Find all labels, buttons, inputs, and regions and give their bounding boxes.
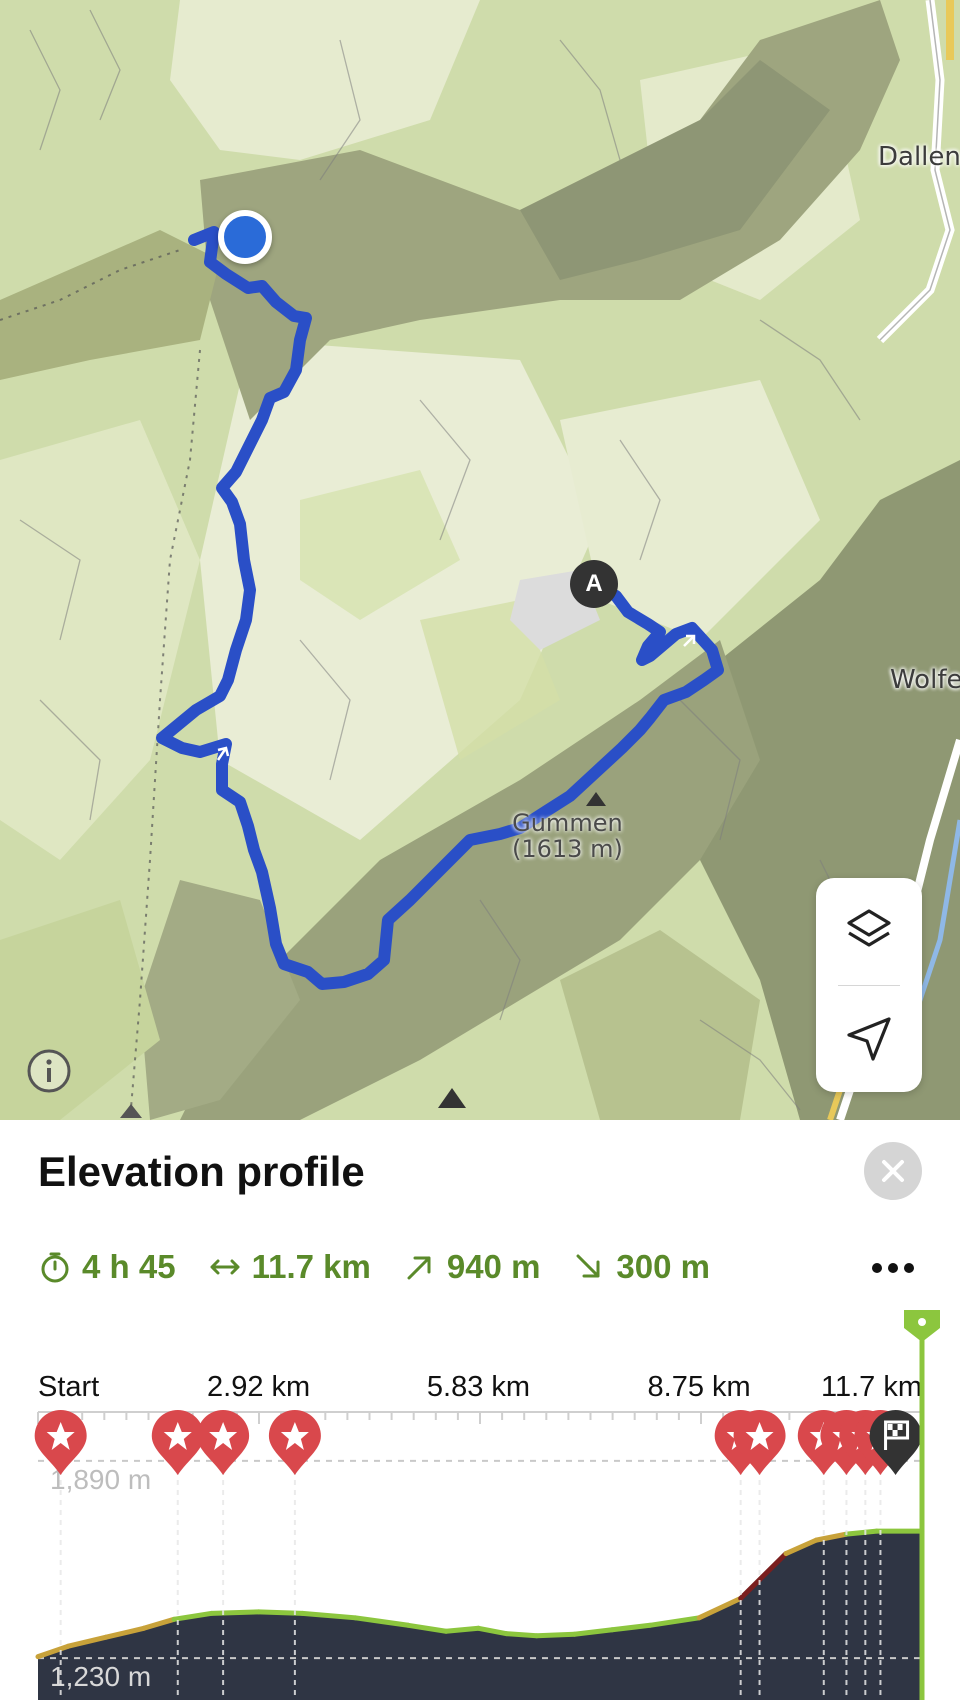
profile-line-segment [843, 1528, 880, 1537]
profile-line-segment [503, 1631, 540, 1639]
stopwatch-icon [41, 1252, 69, 1283]
locate-arrow-icon [847, 1017, 891, 1061]
place-label-dallen: Dallen [878, 142, 960, 172]
map-controls [816, 878, 922, 1092]
more-options-button[interactable] [868, 1248, 918, 1288]
stat-descent-value: 300 m [616, 1248, 710, 1285]
poi-pin[interactable] [268, 1410, 321, 1475]
profile-line-segment [443, 1625, 481, 1634]
locate-button[interactable] [816, 986, 922, 1092]
route-stats: 4 h 45 11.7 km 940 m 300 m [38, 1242, 742, 1292]
elevation-profile-chart[interactable]: Start 2.92 km 5.83 km 8.75 km 11.7 km1,890 m… [0, 1300, 960, 1700]
y-tick-label-lower: 1,230 m [50, 1661, 151, 1692]
descent-arrow-icon [576, 1254, 600, 1278]
profile-line-segment [209, 1609, 262, 1616]
stat-duration-value: 4 h 45 [82, 1248, 176, 1285]
stat-distance: 11.7 km [208, 1248, 371, 1286]
x-tick-label: 2.92 km [207, 1371, 310, 1403]
ascent-arrow-icon [407, 1256, 431, 1280]
more-dots-icon [872, 1263, 914, 1273]
stat-ascent-value: 940 m [446, 1248, 541, 1285]
position-marker-dot [918, 1318, 926, 1326]
waypoint-marker-a[interactable]: A [570, 560, 618, 608]
peak-label: Gummen (1613 m) [512, 810, 623, 862]
close-button[interactable] [864, 1142, 922, 1200]
layers-button[interactable] [816, 878, 922, 984]
elevation-panel: Elevation profile 4 h 45 11.7 km 940 m 3… [0, 1120, 960, 1700]
stat-distance-value: 11.7 km [251, 1248, 371, 1285]
x-tick-label: 11.7 km [821, 1371, 922, 1403]
peak-elevation: (1613 m) [512, 835, 623, 863]
map-view[interactable]: Dallen Wolfe Gummen (1613 m) A [0, 0, 960, 1120]
info-icon [27, 1049, 71, 1093]
stat-ascent: 940 m [403, 1248, 541, 1286]
poi-pin[interactable] [197, 1410, 250, 1475]
close-icon [882, 1160, 904, 1182]
current-location-dot [218, 210, 272, 264]
profile-line-segment [534, 1631, 577, 1639]
stat-descent: 300 m [572, 1248, 710, 1286]
poi-pin[interactable] [151, 1410, 204, 1475]
x-tick-label: 8.75 km [648, 1371, 751, 1403]
panel-title: Elevation profile [38, 1148, 365, 1195]
info-button[interactable] [26, 1048, 72, 1094]
layers-icon [847, 909, 891, 947]
x-tick-label: Start [38, 1371, 99, 1403]
peak-name: Gummen [512, 809, 623, 837]
x-tick-label: 5.83 km [427, 1371, 530, 1403]
horizontal-arrows-icon [210, 1259, 240, 1275]
place-label-wolfe: Wolfe [890, 665, 960, 695]
elevation-area [38, 1531, 922, 1700]
stat-duration: 4 h 45 [38, 1248, 176, 1286]
